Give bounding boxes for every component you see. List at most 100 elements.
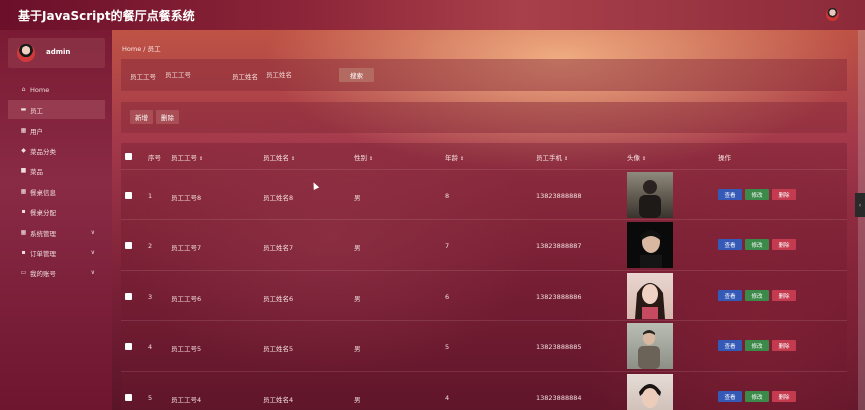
breadcrumb-separator: / [143, 45, 146, 53]
view-button[interactable]: 查看 [718, 391, 742, 402]
header-label: 员工工号 [171, 154, 197, 162]
chevron-down-icon: ∨ [90, 269, 95, 276]
table-row: 5 员工工号4 员工姓名4 男 4 13823888884 查看 修改 删除 [121, 371, 847, 410]
action-panel: 新增 删除 [121, 102, 847, 133]
emp-name-input[interactable] [266, 68, 332, 81]
row-checkbox[interactable] [125, 394, 132, 401]
edit-button[interactable]: 修改 [745, 239, 769, 250]
sort-icon: ⇕ [199, 156, 204, 162]
sidebar-item-label: 员工 [30, 106, 43, 115]
cell-index: 4 [148, 343, 153, 351]
chat-icon: ▪ [21, 249, 26, 256]
table-row: 2 员工工号7 员工姓名7 男 7 13823888887 查看 修改 删除 [121, 219, 847, 269]
header-emp-name[interactable]: 员工姓名 ⇕ [263, 152, 295, 162]
person-silhouette-icon [638, 330, 660, 369]
emp-id-input[interactable] [165, 68, 227, 81]
dish-icon: ■ [20, 167, 27, 174]
cell-emp-name: 员工姓名4 [263, 396, 294, 404]
sidebar-item-table-info[interactable]: ▦ 餐桌信息 [8, 182, 105, 201]
page-scrollbar[interactable] [858, 30, 865, 410]
chevron-left-icon: ‹ [858, 201, 862, 209]
header-emp-id[interactable]: 员工工号 ⇕ [171, 152, 203, 162]
cell-gender: 男 [354, 396, 361, 404]
edit-button[interactable]: 修改 [745, 391, 769, 402]
header-phone[interactable]: 员工手机 ⇕ [536, 152, 568, 162]
grid-icon: ▦ [20, 229, 27, 236]
employee-photo[interactable] [627, 323, 673, 369]
sidebar-item-dish-categories[interactable]: ◆ 菜品分类 [8, 141, 105, 160]
sidebar-item-orders[interactable]: ▪ 订单管理 ∨ [8, 243, 105, 262]
collapse-panel-handle[interactable]: ‹ [855, 193, 865, 217]
grid-icon: ▦ [20, 188, 27, 195]
view-button[interactable]: 查看 [718, 189, 742, 200]
top-avatar[interactable] [826, 8, 839, 21]
sidebar-item-home[interactable]: ⌂ Home [8, 80, 105, 99]
sidebar-item-label: 菜品 [30, 167, 43, 176]
header-label: 员工手机 [536, 154, 562, 162]
row-delete-button[interactable]: 删除 [772, 340, 796, 351]
person-silhouette-icon [635, 283, 665, 319]
sidebar-item-table-assign[interactable]: ▪ 餐桌分配 [8, 202, 105, 221]
header-age[interactable]: 年龄 ⇕ [445, 152, 464, 162]
cell-emp-id: 员工工号6 [171, 295, 202, 303]
delete-button[interactable]: 删除 [156, 110, 179, 124]
sidebar-item-label: 系统管理 [30, 229, 56, 238]
chevron-down-icon: ∨ [90, 249, 95, 256]
select-all-checkbox[interactable] [125, 153, 132, 160]
cell-phone: 13823888888 [536, 192, 582, 200]
emp-name-label: 员工姓名 [232, 73, 258, 81]
cell-gender: 男 [354, 194, 361, 202]
search-button[interactable]: 搜索 [339, 68, 374, 82]
sidebar-item-dishes[interactable]: ■ 菜品 [8, 161, 105, 180]
sort-icon: ⇕ [642, 156, 647, 162]
header-avatar[interactable]: 头像 ⇕ [627, 152, 646, 162]
employee-photo[interactable] [627, 172, 673, 218]
chevron-down-icon: ∨ [90, 229, 95, 236]
view-button[interactable]: 查看 [718, 290, 742, 301]
cell-age: 4 [445, 394, 450, 402]
header-label: 年龄 [445, 154, 458, 162]
top-bar: 基于JavaScript的餐厅点餐系统 [0, 0, 865, 30]
edit-button[interactable]: 修改 [745, 340, 769, 351]
sidebar-item-account[interactable]: ▭ 我的账号 ∨ [8, 263, 105, 282]
cell-index: 3 [148, 293, 153, 301]
card-icon: ▭ [20, 269, 27, 276]
row-checkbox[interactable] [125, 343, 132, 350]
sort-icon: ⇕ [460, 156, 465, 162]
row-delete-button[interactable]: 删除 [772, 189, 796, 200]
sidebar-item-system[interactable]: ▦ 系统管理 ∨ [8, 223, 105, 242]
edit-button[interactable]: 修改 [745, 290, 769, 301]
sidebar-item-label: 我的账号 [30, 269, 56, 278]
row-checkbox[interactable] [125, 293, 132, 300]
sidebar-item-label: 用户 [30, 127, 43, 136]
table-row: 4 员工工号5 员工姓名5 男 5 13823888885 查看 修改 删除 [121, 320, 847, 370]
view-button[interactable]: 查看 [718, 340, 742, 351]
employee-photo[interactable] [627, 222, 673, 268]
user-name: admin [46, 48, 71, 56]
sidebar-item-users[interactable]: ▦ 用户 [8, 121, 105, 140]
edit-button[interactable]: 修改 [745, 189, 769, 200]
row-checkbox[interactable] [125, 192, 132, 199]
header-gender[interactable]: 性别 ⇕ [354, 152, 373, 162]
cell-index: 1 [148, 192, 153, 200]
employee-photo[interactable] [627, 273, 673, 319]
sidebar-item-label: 菜品分类 [30, 147, 56, 156]
sidebar-item-employees[interactable]: ▬ 员工 [8, 100, 105, 119]
cell-phone: 13823888884 [536, 394, 582, 402]
cell-age: 8 [445, 192, 450, 200]
sidebar-item-label: 餐桌分配 [30, 208, 56, 217]
header-label: 员工姓名 [263, 154, 289, 162]
sort-icon: ⇕ [564, 156, 569, 162]
row-delete-button[interactable]: 删除 [772, 239, 796, 250]
cell-emp-name: 员工姓名7 [263, 244, 294, 252]
breadcrumb-home[interactable]: Home [122, 45, 141, 53]
add-button[interactable]: 新增 [130, 110, 153, 124]
row-delete-button[interactable]: 删除 [772, 391, 796, 402]
emp-id-label: 员工工号 [130, 73, 156, 81]
employee-photo[interactable] [627, 374, 673, 410]
breadcrumb-current: 员工 [147, 45, 161, 53]
row-delete-button[interactable]: 删除 [772, 290, 796, 301]
view-button[interactable]: 查看 [718, 239, 742, 250]
sidebar: admin ⌂ Home ▬ 员工 ▦ 用户 ◆ 菜品分类 ■ 菜品 ▦ 餐桌信… [0, 30, 112, 410]
row-checkbox[interactable] [125, 242, 132, 249]
